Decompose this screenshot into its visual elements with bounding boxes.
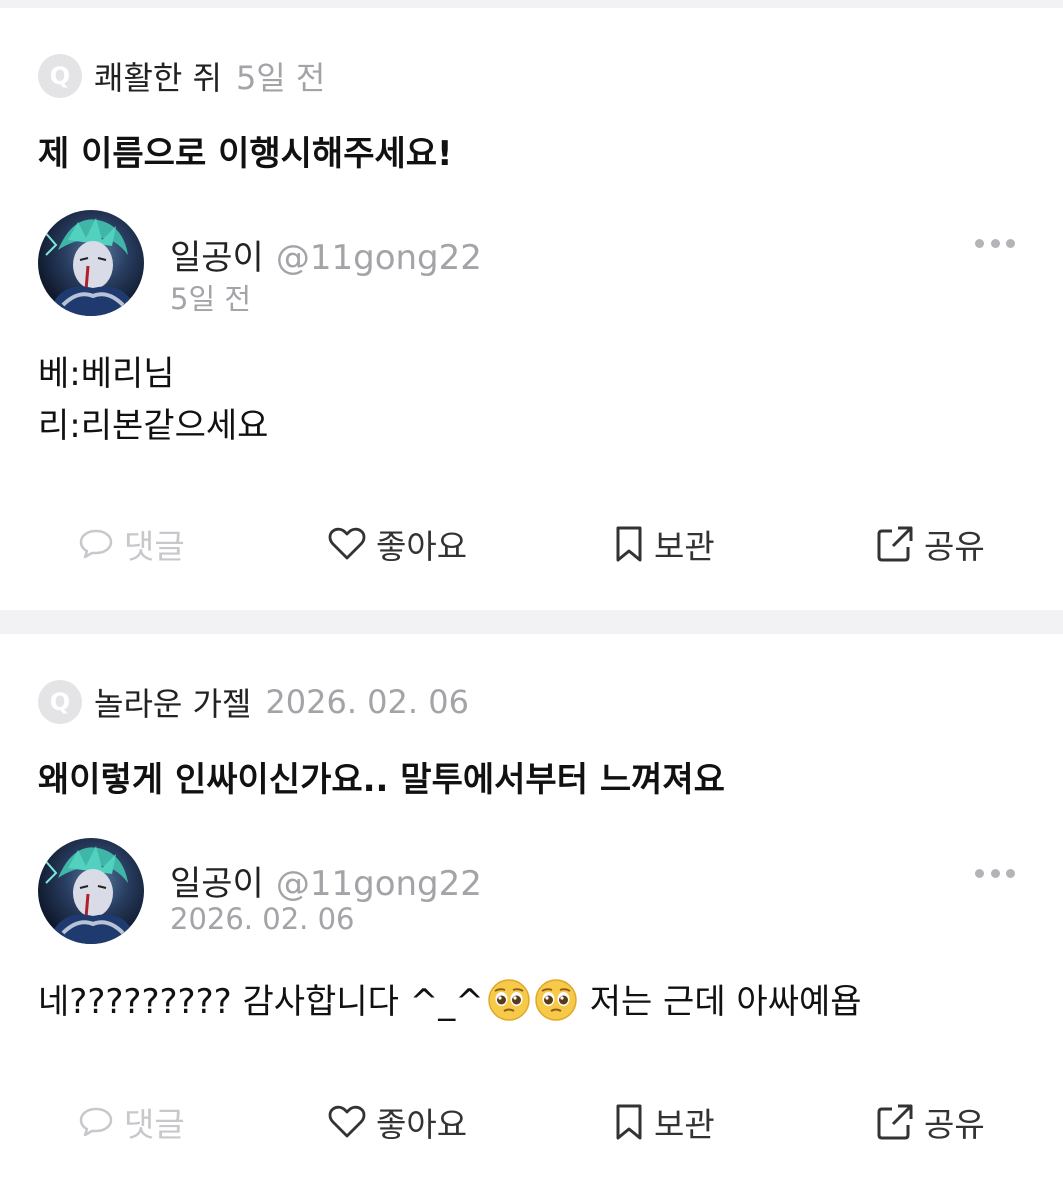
more-options-icon[interactable] xyxy=(975,236,1015,250)
bookmark-icon xyxy=(616,1104,642,1140)
share-icon xyxy=(877,526,913,562)
save-button[interactable]: 보관 xyxy=(614,520,715,568)
answer-author-handle[interactable]: @11gong22 xyxy=(276,864,482,904)
comment-label: 댓글 xyxy=(124,527,185,566)
answer-author-row: 일공이 @11gong22 xyxy=(170,230,482,279)
heart-icon xyxy=(328,1105,366,1138)
answer-text-line: 리:리본같으세요 xyxy=(38,406,269,446)
question-time: 5일 전 xyxy=(235,59,326,97)
save-label: 보관 xyxy=(654,1105,715,1144)
answer-text-line: 베:베리님 xyxy=(38,354,175,394)
question-text[interactable]: 왜이렇게 인싸이신가요.. 말투에서부터 느껴져요 xyxy=(38,752,725,801)
like-label: 좋아요 xyxy=(376,527,468,566)
answer-author-row: 일공이 @11gong22 xyxy=(170,856,482,905)
more-options-icon[interactable] xyxy=(975,866,1015,880)
answer-author-name[interactable]: 일공이 xyxy=(170,856,264,905)
share-label: 공유 xyxy=(924,527,985,566)
bookmark-icon xyxy=(616,526,642,562)
avatar[interactable] xyxy=(38,838,144,944)
question-author[interactable]: 놀라운 가젤 xyxy=(94,679,251,725)
share-button[interactable]: 공유 xyxy=(876,1098,985,1146)
comment-button[interactable]: 댓글 xyxy=(78,520,185,568)
question-time: 2026. 02. 06 xyxy=(265,683,469,721)
like-label: 좋아요 xyxy=(376,1105,468,1144)
comment-button[interactable]: 댓글 xyxy=(78,1098,185,1146)
save-button[interactable]: 보관 xyxy=(614,1098,715,1146)
share-label: 공유 xyxy=(924,1105,985,1144)
avatar[interactable] xyxy=(38,210,144,316)
question-meta: Q 놀라운 가젤 2026. 02. 06 xyxy=(38,680,469,724)
answer-text-after-emoji: 저는 근데 아싸예욥 xyxy=(589,982,862,1022)
pleading-face-emoji xyxy=(534,979,577,1021)
pleading-face-emoji xyxy=(487,979,530,1021)
comment-icon xyxy=(79,529,113,559)
heart-icon xyxy=(328,527,366,560)
like-button[interactable]: 좋아요 xyxy=(328,520,467,568)
comment-label: 댓글 xyxy=(124,1105,185,1144)
save-label: 보관 xyxy=(654,527,715,566)
answer-time: 5일 전 xyxy=(170,282,252,316)
card-divider xyxy=(0,610,1063,634)
comment-icon xyxy=(79,1107,113,1137)
question-text[interactable]: 제 이름으로 이행시해주세요! xyxy=(38,126,453,175)
share-icon xyxy=(877,1104,913,1140)
answer-author-handle[interactable]: @11gong22 xyxy=(276,238,482,278)
question-badge-icon: Q xyxy=(38,54,82,98)
question-meta: Q 쾌활한 쥐 5일 전 xyxy=(38,54,325,98)
answer-time: 2026. 02. 06 xyxy=(170,902,355,936)
answer-text-before-emoji: 네????????? 감사합니다 ^_^ xyxy=(38,982,484,1022)
top-separator xyxy=(0,0,1063,8)
answer-author-name[interactable]: 일공이 xyxy=(170,230,264,279)
question-badge-icon: Q xyxy=(38,680,82,724)
share-button[interactable]: 공유 xyxy=(876,520,985,568)
like-button[interactable]: 좋아요 xyxy=(328,1098,467,1146)
answer-text-line: 네????????? 감사합니다 ^_^ 저는 근데 아싸예욥 xyxy=(38,974,862,1023)
question-author[interactable]: 쾌활한 쥐 xyxy=(94,53,222,99)
